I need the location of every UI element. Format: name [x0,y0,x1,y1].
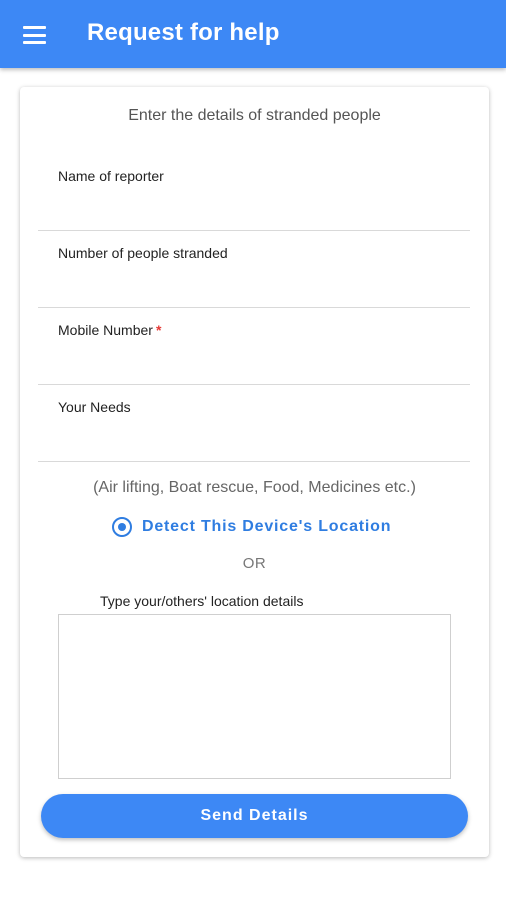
needs-label: Your Needs [58,399,131,415]
location-details-textarea[interactable] [58,614,451,779]
app-bar: Request for help [0,0,506,68]
send-details-button[interactable]: Send Details [41,794,468,838]
mobile-number-label-text: Mobile Number [58,322,153,338]
people-stranded-label: Number of people stranded [58,245,228,261]
menu-bar-line [23,41,46,44]
my-location-icon [112,517,132,537]
request-form-card: Enter the details of stranded people Nam… [20,87,489,857]
reporter-name-label: Name of reporter [58,168,164,184]
form-heading: Enter the details of stranded people [128,107,381,124]
needs-field[interactable]: Your Needs [38,385,470,462]
page-title: Request for help [87,19,280,46]
detect-location-label: Detect This Device's Location [142,518,392,535]
or-divider-text: OR [242,555,267,572]
menu-bar-line [23,26,46,29]
people-stranded-input[interactable] [58,269,450,299]
mobile-number-field[interactable]: Mobile Number * [38,308,470,385]
needs-input[interactable] [58,423,450,453]
required-marker: * [155,322,162,338]
location-details-label: Type your/others' location details [100,593,304,609]
reporter-name-input[interactable] [58,192,450,222]
hamburger-menu-icon[interactable] [18,22,52,48]
detect-location-button[interactable]: Detect This Device's Location [112,516,391,538]
menu-bar-line [23,33,46,37]
mobile-number-label: Mobile Number * [58,322,161,338]
reporter-name-field[interactable]: Name of reporter [38,154,470,231]
needs-hint: (Air lifting, Boat rescue, Food, Medicin… [93,479,416,496]
mobile-number-input[interactable] [58,346,450,376]
people-stranded-field[interactable]: Number of people stranded [38,231,470,308]
